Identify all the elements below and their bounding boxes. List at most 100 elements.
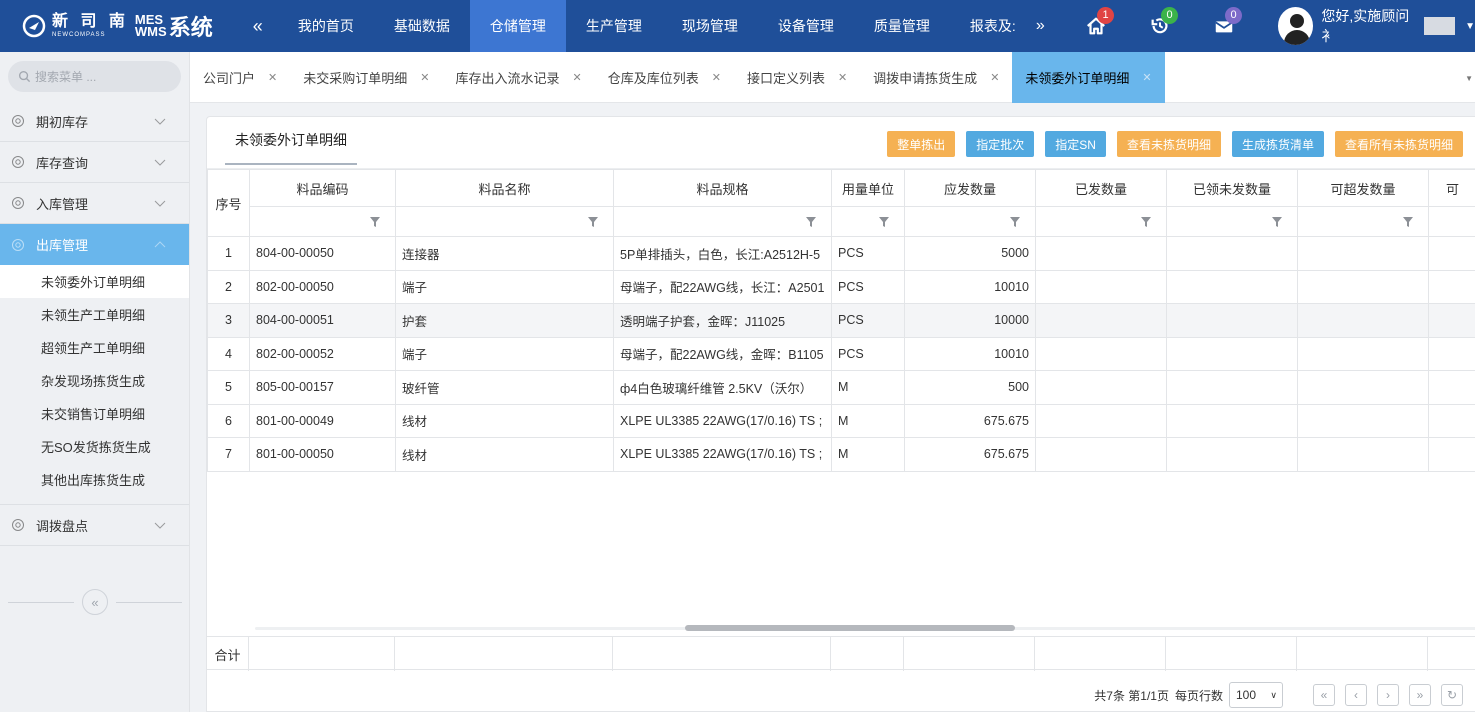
column-header-4[interactable]: 应发数量 bbox=[904, 169, 1036, 207]
sidebar-item-6[interactable]: 其他出库拣货生成 bbox=[0, 463, 189, 496]
sidebar-group-3[interactable]: 出库管理 bbox=[0, 224, 189, 265]
column-header-3[interactable]: 用量单位 bbox=[831, 169, 905, 207]
logo-cn: 新 司 南 bbox=[52, 13, 129, 30]
user-menu[interactable]: 您好,实施顾问 衤 ▼ bbox=[1278, 6, 1475, 46]
search-placeholder: 搜索菜单 ... bbox=[35, 70, 97, 84]
sidebar-group-2[interactable]: 入库管理 bbox=[0, 183, 189, 224]
last-page-button[interactable]: » bbox=[1409, 684, 1431, 706]
sidebar-item-5[interactable]: 无SO发货拣货生成 bbox=[0, 430, 189, 463]
action-button-1[interactable]: 指定批次 bbox=[966, 131, 1035, 157]
action-button-4[interactable]: 生成拣货清单 bbox=[1231, 131, 1324, 157]
topnav-item-0[interactable]: 我的首页 bbox=[278, 0, 374, 52]
table-cell: 805-00-00157 bbox=[249, 370, 396, 405]
topnav-item-4[interactable]: 现场管理 bbox=[662, 0, 758, 52]
refresh-button[interactable]: ↻ bbox=[1441, 684, 1463, 706]
column-filter-0[interactable] bbox=[249, 206, 396, 237]
nav-more-button[interactable]: » bbox=[1036, 17, 1062, 35]
table-cell bbox=[1428, 303, 1475, 338]
tab-0[interactable]: 公司门户 ✕ bbox=[190, 52, 290, 103]
column-filter-3[interactable] bbox=[831, 206, 905, 237]
table-cell bbox=[1166, 236, 1298, 271]
topnav-item-1[interactable]: 基础数据 bbox=[374, 0, 470, 52]
column-filter-4[interactable] bbox=[904, 206, 1036, 237]
panel-title[interactable]: 未领委外订单明细 bbox=[225, 117, 357, 165]
tab-6[interactable]: 未领委外订单明细 ✕ bbox=[1012, 52, 1165, 103]
column-filter-5[interactable] bbox=[1035, 206, 1167, 237]
close-icon[interactable]: ✕ bbox=[268, 71, 277, 84]
topnav-item-5[interactable]: 设备管理 bbox=[758, 0, 854, 52]
next-page-button[interactable]: › bbox=[1377, 684, 1399, 706]
action-button-0[interactable]: 整单拣出 bbox=[887, 131, 956, 157]
table-row[interactable]: 7 801-00-00050 线材 XLPE UL3385 22AWG(17/0.16… bbox=[207, 437, 1475, 472]
menu-search-input[interactable]: 搜索菜单 ... bbox=[8, 61, 181, 92]
action-button-2[interactable]: 指定SN bbox=[1045, 131, 1106, 157]
tab-4[interactable]: 接口定义列表 ✕ bbox=[734, 52, 860, 103]
table-cell: 675.675 bbox=[904, 403, 1036, 438]
table-cell bbox=[1428, 269, 1475, 304]
horizontal-scrollbar[interactable] bbox=[255, 624, 1475, 632]
tab-2[interactable]: 库存出入流水记录 ✕ bbox=[442, 52, 594, 103]
first-page-button[interactable]: « bbox=[1313, 684, 1335, 706]
column-header-2[interactable]: 料品规格 bbox=[613, 169, 832, 207]
mail-button[interactable]: 0 bbox=[1204, 7, 1244, 41]
table-cell: 端子 bbox=[395, 269, 614, 304]
column-filter-2[interactable] bbox=[613, 206, 832, 237]
column-header-5[interactable]: 已发数量 bbox=[1035, 169, 1167, 207]
action-button-3[interactable]: 查看未拣货明细 bbox=[1116, 131, 1221, 157]
column-filter-1[interactable] bbox=[395, 206, 614, 237]
sidebar-item-1[interactable]: 未领生产工单明细 bbox=[0, 298, 189, 331]
table-row[interactable]: 6 801-00-00049 线材 XLPE UL3385 22AWG(17/0.16… bbox=[207, 403, 1475, 438]
column-header-1[interactable]: 料品名称 bbox=[395, 169, 614, 207]
close-icon[interactable]: ✕ bbox=[420, 71, 429, 84]
chevron-up-icon bbox=[153, 238, 167, 252]
column-filter-7[interactable] bbox=[1297, 206, 1429, 237]
close-icon[interactable]: ✕ bbox=[990, 71, 999, 84]
tab-1[interactable]: 未交采购订单明细 ✕ bbox=[290, 52, 442, 103]
topnav-item-6[interactable]: 质量管理 bbox=[854, 0, 950, 52]
table-cell bbox=[1297, 303, 1429, 338]
close-icon[interactable]: ✕ bbox=[572, 71, 581, 84]
tab-3[interactable]: 仓库及库位列表 ✕ bbox=[595, 52, 734, 103]
column-header-8[interactable]: 可 bbox=[1428, 169, 1475, 207]
table-row[interactable]: 5 805-00-00157 玻纤管 ф4白色玻璃纤维管 2.5KV（沃尔） M 500 bbox=[207, 370, 1475, 405]
per-page-select[interactable]: 100 ∨ bbox=[1229, 682, 1283, 708]
column-filter-8[interactable] bbox=[1428, 206, 1475, 237]
sidebar-item-2[interactable]: 超领生产工单明细 bbox=[0, 331, 189, 364]
sidebar-group-label: 入库管理 bbox=[36, 196, 89, 212]
topnav-item-3[interactable]: 生产管理 bbox=[566, 0, 662, 52]
close-icon[interactable]: ✕ bbox=[838, 71, 847, 84]
home-button[interactable]: 1 bbox=[1076, 7, 1116, 41]
table-row[interactable]: 3 804-00-00051 护套 透明端子护套，金晖：J11025 PCS 10000 bbox=[207, 303, 1475, 338]
sidebar-item-4[interactable]: 未交销售订单明细 bbox=[0, 397, 189, 430]
sidebar-item-0[interactable]: 未领委外订单明细 bbox=[0, 265, 189, 298]
sidebar-group-0[interactable]: 期初库存 bbox=[0, 101, 189, 142]
sidebar-item-3[interactable]: 杂发现场拣货生成 bbox=[0, 364, 189, 397]
close-icon[interactable]: ✕ bbox=[1142, 71, 1151, 84]
table-row[interactable]: 1 804-00-00050 连接器 5P单排插头，白色，长江:A2512H-5 PCS… bbox=[207, 236, 1475, 271]
table-cell: 675.675 bbox=[904, 437, 1036, 472]
collapse-nav-button[interactable]: « bbox=[246, 16, 270, 37]
table-row[interactable]: 2 802-00-00050 端子 母端子，配22AWG线，长江：A2501 PCS 10… bbox=[207, 269, 1475, 304]
sidebar-group-4[interactable]: 调拨盘点 bbox=[0, 505, 189, 546]
column-filter-6[interactable] bbox=[1166, 206, 1298, 237]
column-header-6[interactable]: 已领未发数量 bbox=[1166, 169, 1298, 207]
column-header-7[interactable]: 可超发数量 bbox=[1297, 169, 1429, 207]
tab-dropdown-icon[interactable]: ▼ bbox=[1465, 74, 1473, 83]
history-button[interactable]: 0 bbox=[1140, 7, 1180, 41]
scrollbar-thumb[interactable] bbox=[685, 625, 1015, 631]
table-cell: 母端子，配22AWG线，金晖：B1105 bbox=[613, 336, 832, 371]
column-header-0[interactable]: 料品编码 bbox=[249, 169, 396, 207]
action-button-5[interactable]: 查看所有未拣货明细 bbox=[1334, 131, 1463, 157]
redacted-name bbox=[1423, 17, 1456, 35]
logo[interactable]: 新 司 南 NEWCOMPASS MES WMS 系统 bbox=[0, 0, 246, 52]
column-header-seq[interactable]: 序号 bbox=[207, 169, 250, 237]
sidebar-collapse-button[interactable]: « bbox=[82, 589, 108, 615]
table-row[interactable]: 4 802-00-00052 端子 母端子，配22AWG线，金晖：B1105 PCS 10… bbox=[207, 336, 1475, 371]
tab-5[interactable]: 调拨申请拣货生成 ✕ bbox=[860, 52, 1012, 103]
close-icon[interactable]: ✕ bbox=[712, 71, 721, 84]
topnav-item-2[interactable]: 仓储管理 bbox=[469, 0, 566, 52]
prev-page-button[interactable]: ‹ bbox=[1345, 684, 1367, 706]
sidebar-group-1[interactable]: 库存查询 bbox=[0, 142, 189, 183]
chevron-down-icon bbox=[153, 196, 167, 210]
topnav-item-7[interactable]: 报表及: bbox=[950, 0, 1036, 52]
